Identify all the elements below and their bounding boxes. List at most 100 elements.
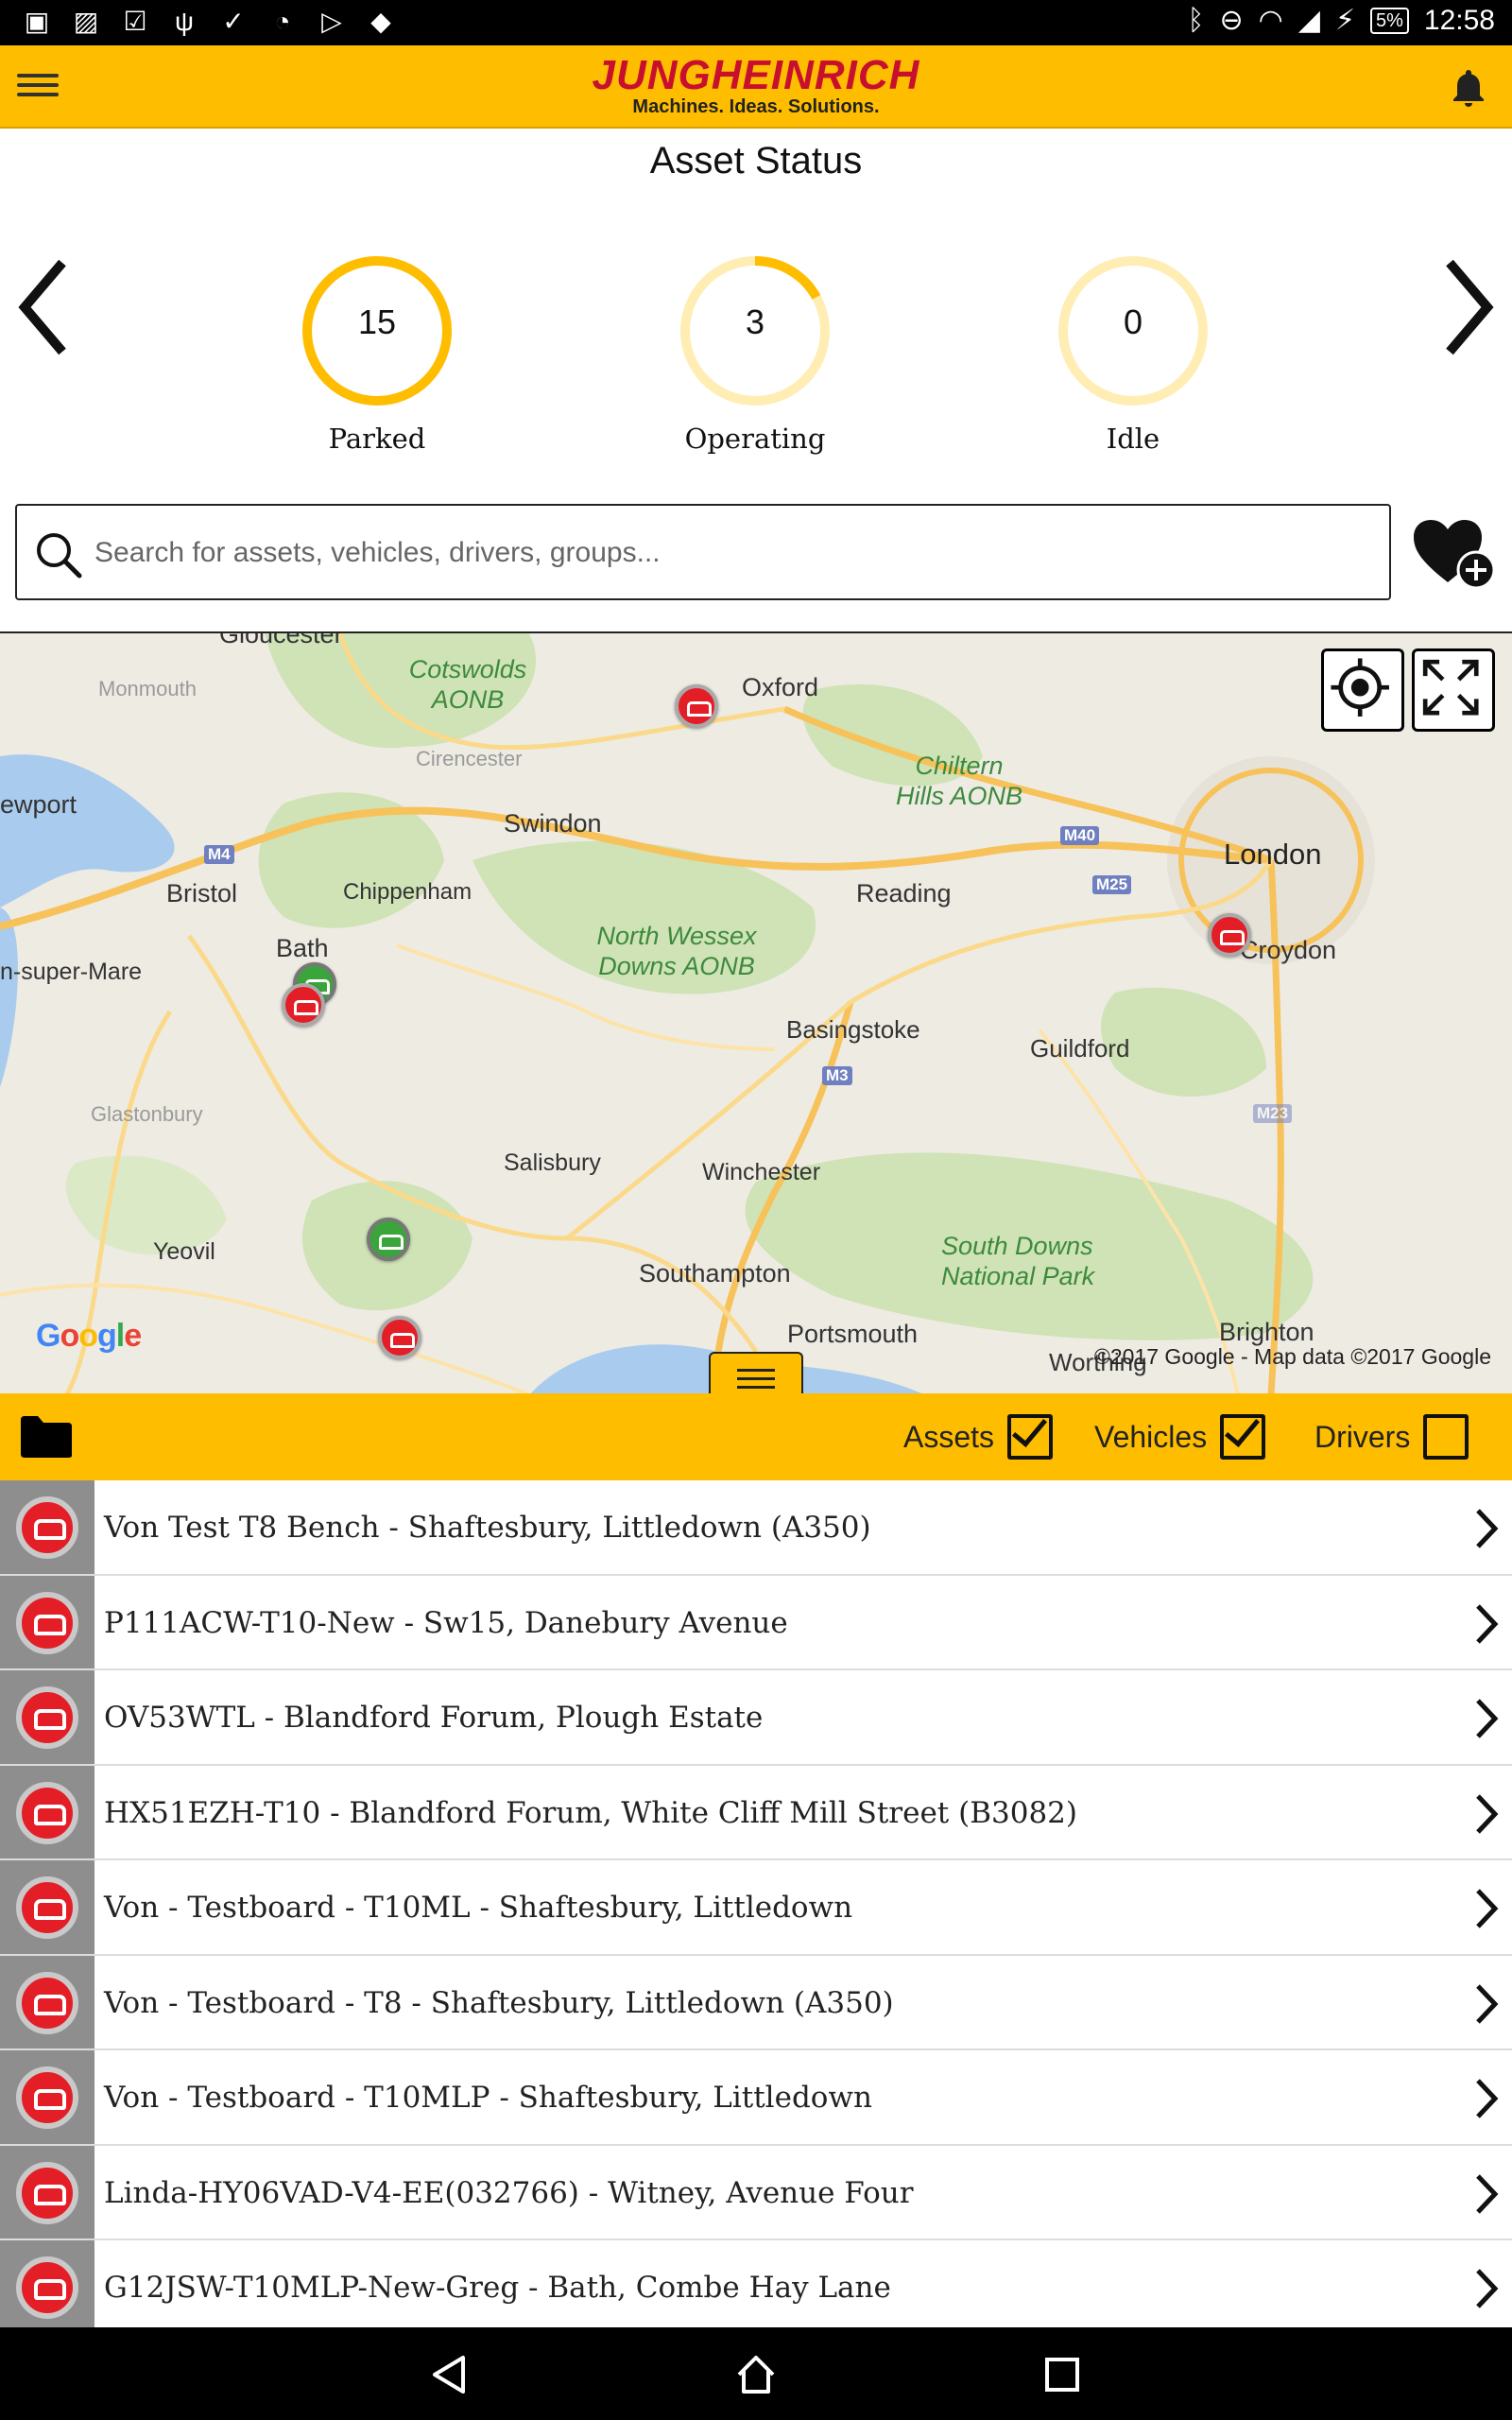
vehicles-checkbox[interactable] bbox=[1220, 1414, 1266, 1460]
map-label-cirencester: Cirencester bbox=[416, 747, 523, 770]
parked-vehicle-icon bbox=[16, 1781, 78, 1844]
asset-status-cell bbox=[0, 2050, 94, 2144]
recents-icon[interactable] bbox=[1040, 2352, 1085, 2397]
map-label-weston: n-super-Mare bbox=[0, 959, 143, 985]
asset-title: Von - Testboard - T10ML - Shaftesbury, L… bbox=[104, 1891, 853, 1925]
list-drawer-handle[interactable] bbox=[709, 1352, 803, 1393]
asset-title: Von - Testboard - T10MLP - Shaftesbury, … bbox=[104, 2081, 872, 2115]
android-icon: ◆ bbox=[370, 7, 391, 36]
assets-filter[interactable]: Assets bbox=[903, 1414, 1054, 1460]
chevron-right-icon bbox=[1476, 1793, 1499, 1834]
search-box[interactable] bbox=[15, 504, 1391, 600]
add-favorite-icon[interactable] bbox=[1412, 518, 1497, 590]
home-icon[interactable] bbox=[733, 2352, 779, 2397]
map-label-north-wessex: North Wessex Downs AONB bbox=[596, 922, 757, 980]
asset-status-cell bbox=[0, 1955, 94, 2048]
menu-icon[interactable] bbox=[17, 68, 59, 106]
system-status-bar: ▣ ▨ ☑ ψ ✓ ◔ ▷ ◆ ᛒ ⊖ ◠ ◢ ⚡ 5% 12:58 bbox=[0, 0, 1512, 45]
assets-checkbox[interactable] bbox=[1007, 1414, 1054, 1460]
next-arrow-icon[interactable] bbox=[1440, 255, 1497, 359]
parked-vehicle-icon bbox=[16, 1496, 78, 1559]
operating-gauge[interactable]: 3 Operating bbox=[678, 253, 833, 455]
asset-status-cell bbox=[0, 1480, 94, 1574]
map-marker-parked[interactable] bbox=[675, 684, 718, 728]
back-icon[interactable] bbox=[427, 2352, 472, 2397]
map-marker-operating[interactable] bbox=[367, 1218, 410, 1261]
signal-icon: ◢ bbox=[1297, 5, 1320, 36]
google-logo: Google bbox=[36, 1318, 142, 1354]
vehicles-filter[interactable]: Vehicles bbox=[1094, 1414, 1266, 1460]
idle-gauge[interactable]: 0 Idle bbox=[1056, 253, 1211, 455]
asset-status-cell bbox=[0, 1670, 94, 1764]
folder-icon[interactable] bbox=[19, 1414, 74, 1460]
download-done-icon: ✓ bbox=[222, 7, 245, 36]
map-label-yeovil: Yeovil bbox=[153, 1238, 215, 1265]
parked-vehicle-icon bbox=[16, 1686, 78, 1749]
map-label-croydon: Croydon bbox=[1240, 936, 1337, 964]
play-store-icon: ▷ bbox=[321, 7, 342, 36]
charging-icon: ⚡ bbox=[1334, 5, 1356, 36]
parked-vehicle-icon bbox=[16, 2161, 78, 2224]
list-item[interactable]: Von Test T8 Bench - Shaftesbury, Littled… bbox=[0, 1480, 1512, 1576]
map-label-basingstoke: Basingstoke bbox=[786, 1015, 920, 1044]
app-header: JUNGHEINRICH Machines. Ideas. Solutions. bbox=[0, 45, 1512, 129]
fullscreen-button[interactable] bbox=[1412, 648, 1495, 732]
list-item[interactable]: Von - Testboard - T10MLP - Shaftesbury, … bbox=[0, 2050, 1512, 2146]
map-label-winchester: Winchester bbox=[702, 1159, 821, 1185]
map-attribution[interactable]: ©2017 Google - Map data ©2017 Google bbox=[1094, 1344, 1491, 1370]
parked-vehicle-icon bbox=[16, 1591, 78, 1654]
map-label-chiltern: Chiltern Hills AONB bbox=[895, 752, 1022, 810]
drivers-checkbox[interactable] bbox=[1423, 1414, 1469, 1460]
chevron-right-icon bbox=[1476, 1603, 1499, 1644]
map-label-monmouth: Monmouth bbox=[98, 677, 197, 700]
map-label-south-downs: South Downs National Park bbox=[941, 1232, 1095, 1290]
parked-count: 15 bbox=[357, 302, 397, 341]
map-label-cotswolds: Cotswolds AONB bbox=[408, 655, 527, 714]
map-view[interactable]: Gloucester Monmouth Cotswolds AONB Oxfor… bbox=[0, 631, 1512, 1393]
page-title: Asset Status bbox=[649, 140, 863, 182]
search-input[interactable] bbox=[94, 525, 1361, 581]
road-shield-m3: M3 bbox=[822, 1066, 852, 1085]
screenshot-notification-icon: ▣ bbox=[24, 7, 50, 36]
map-label-guildford: Guildford bbox=[1030, 1034, 1130, 1063]
list-item[interactable]: P111ACW-T10-New - Sw15, Danebury Avenue bbox=[0, 1575, 1512, 1670]
parked-gauge[interactable]: 15 Parked bbox=[300, 253, 455, 455]
map-marker-parked[interactable] bbox=[282, 983, 325, 1027]
image-notification-icon: ▨ bbox=[73, 7, 99, 36]
road-shield-m23: M23 bbox=[1253, 1104, 1293, 1123]
map-label-salisbury: Salisbury bbox=[504, 1150, 601, 1176]
map-marker-parked[interactable] bbox=[378, 1316, 421, 1359]
map-label-bristol: Bristol bbox=[166, 879, 238, 908]
list-item[interactable]: Von - Testboard - T8 - Shaftesbury, Litt… bbox=[0, 1955, 1512, 2050]
system-navigation-bar bbox=[0, 2327, 1512, 2420]
drivers-filter[interactable]: Drivers bbox=[1314, 1414, 1469, 1460]
asset-title: Von Test T8 Bench - Shaftesbury, Littled… bbox=[104, 1511, 871, 1545]
list-item[interactable]: Linda-HY06VAD-V4-EE(032766) - Witney, Av… bbox=[0, 2145, 1512, 2240]
map-label-newport: ewport bbox=[0, 790, 77, 819]
road-shield-m25: M25 bbox=[1092, 875, 1132, 894]
wifi-question-icon: ◔ bbox=[274, 7, 291, 36]
asset-status-cell bbox=[0, 2240, 94, 2327]
parked-vehicle-icon bbox=[16, 1971, 78, 2034]
my-location-button[interactable] bbox=[1321, 648, 1404, 732]
map-label-gloucester: Gloucester bbox=[219, 631, 343, 648]
crosshair-icon bbox=[1331, 658, 1389, 717]
map-label-southampton: Southampton bbox=[639, 1259, 791, 1288]
parked-vehicle-icon bbox=[16, 2066, 78, 2129]
notification-bell-icon[interactable] bbox=[1446, 64, 1491, 112]
vehicles-filter-label: Vehicles bbox=[1094, 1419, 1208, 1454]
road-shield-m4: M4 bbox=[204, 845, 234, 864]
do-not-disturb-icon: ⊖ bbox=[1219, 5, 1244, 36]
list-item[interactable]: Von - Testboard - T10ML - Shaftesbury, L… bbox=[0, 1860, 1512, 1956]
parked-label: Parked bbox=[328, 423, 426, 455]
previous-arrow-icon[interactable] bbox=[15, 255, 72, 359]
chevron-right-icon bbox=[1476, 2173, 1499, 2214]
list-item[interactable]: HX51EZH-T10 - Blandford Forum, White Cli… bbox=[0, 1765, 1512, 1860]
assets-filter-label: Assets bbox=[903, 1419, 995, 1454]
asset-status-cell bbox=[0, 1860, 94, 1954]
list-item[interactable]: OV53WTL - Blandford Forum, Plough Estate bbox=[0, 1670, 1512, 1766]
operating-count: 3 bbox=[745, 302, 765, 341]
clock: 12:58 bbox=[1423, 4, 1495, 36]
list-item[interactable]: G12JSW-T10MLP-New-Greg - Bath, Combe Hay… bbox=[0, 2240, 1512, 2327]
map-marker-parked[interactable] bbox=[1208, 913, 1251, 957]
